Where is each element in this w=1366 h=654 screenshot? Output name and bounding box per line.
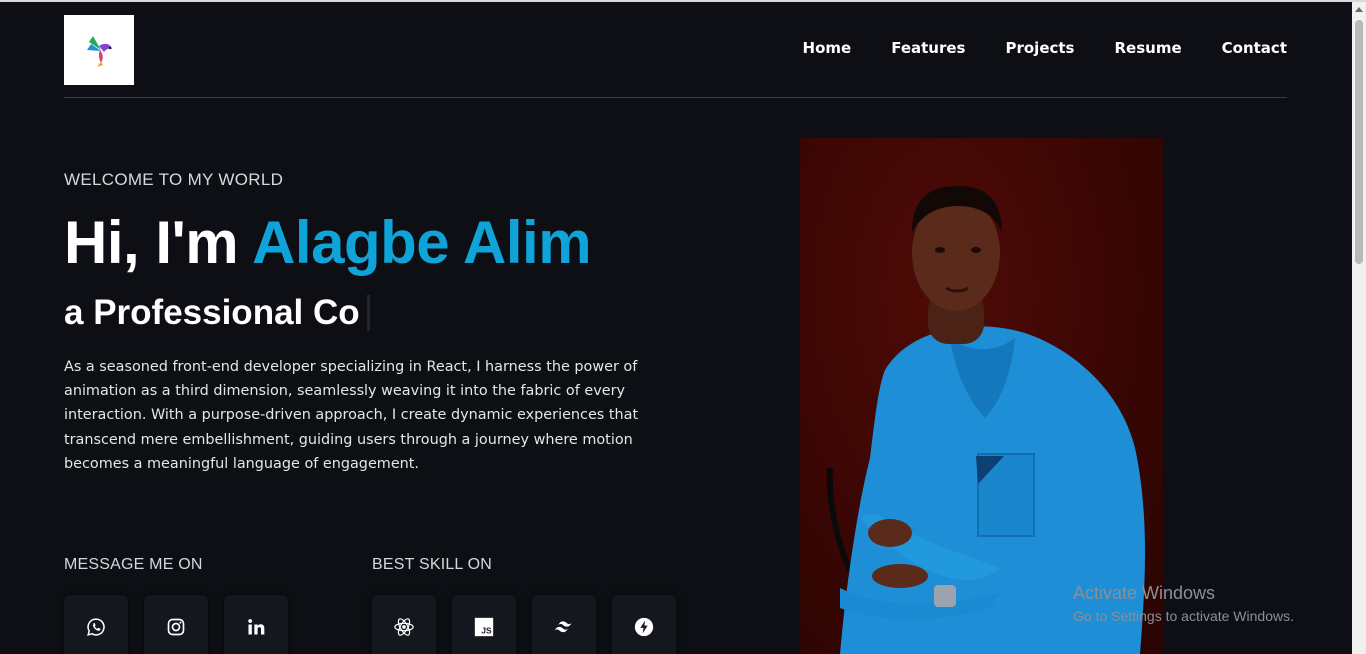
- hero-title: Hi, I'm Alagbe Alim: [64, 208, 592, 277]
- instagram-button[interactable]: [144, 595, 208, 654]
- hero-bio: As a seasoned front-end developer specia…: [64, 359, 639, 472]
- social-icons: [64, 595, 288, 654]
- bolt-icon: [634, 617, 654, 637]
- whatsapp-icon: [87, 618, 105, 636]
- windows-activation-watermark: Activate Windows Go to Settings to activ…: [1073, 583, 1294, 624]
- javascript-icon: JS: [474, 617, 494, 637]
- javascript-badge-text: JS: [481, 626, 492, 636]
- nav-resume[interactable]: Resume: [1115, 39, 1182, 57]
- nav-contact[interactable]: Contact: [1222, 39, 1287, 57]
- scroll-up-arrow-icon[interactable]: [1355, 7, 1363, 12]
- typed-role-text: a Professional Co: [64, 293, 360, 332]
- watermark-title: Activate Windows: [1073, 583, 1216, 603]
- whatsapp-button[interactable]: [64, 595, 128, 654]
- bird-logo-icon: [87, 36, 112, 67]
- site-header: Home Features Projects Resume Contact: [64, 15, 1287, 98]
- tailwind-skill-button[interactable]: [532, 595, 596, 654]
- linkedin-button[interactable]: [224, 595, 288, 654]
- page-scrollbar[interactable]: [1352, 2, 1366, 654]
- nav-home[interactable]: Home: [803, 39, 852, 57]
- portrait-illustration: [800, 138, 1163, 654]
- skills-label: BEST SKILL ON: [372, 556, 492, 573]
- profile-photo: [800, 138, 1163, 654]
- site-logo[interactable]: [64, 15, 134, 85]
- nav-projects[interactable]: Projects: [1005, 39, 1074, 57]
- welcome-tagline: WELCOME TO MY WORLD: [64, 170, 284, 189]
- hero-greeting: Hi, I'm: [64, 209, 253, 276]
- hero-name: Alagbe Alim: [252, 209, 592, 276]
- react-icon: [394, 618, 414, 636]
- nav-features[interactable]: Features: [891, 39, 965, 57]
- instagram-icon: [167, 618, 185, 636]
- main-nav: Home Features Projects Resume Contact: [803, 39, 1287, 57]
- watermark-subtitle: Go to Settings to activate Windows.: [1073, 608, 1294, 624]
- skill-icons: JS: [372, 595, 676, 654]
- typed-role: a Professional Co: [64, 293, 370, 333]
- typing-cursor: [366, 295, 370, 331]
- scrollbar-thumb[interactable]: [1355, 20, 1363, 264]
- social-label: MESSAGE ME ON: [64, 556, 203, 573]
- linkedin-icon: [248, 619, 265, 635]
- browser-top-edge: [0, 0, 1366, 2]
- javascript-skill-button[interactable]: JS: [452, 595, 516, 654]
- bolt-skill-button[interactable]: [612, 595, 676, 654]
- react-skill-button[interactable]: [372, 595, 436, 654]
- tailwind-icon: [554, 621, 572, 633]
